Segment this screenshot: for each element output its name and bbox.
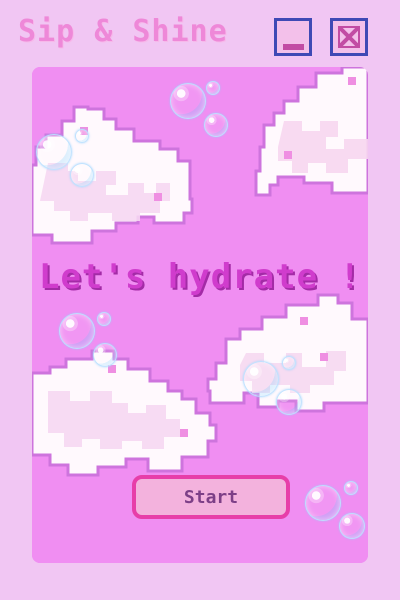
bubble-medium-top-center bbox=[204, 113, 228, 137]
bubble-large-bottom-right bbox=[305, 485, 341, 521]
close-button[interactable] bbox=[330, 18, 368, 56]
bubble-small-top-center bbox=[206, 81, 220, 95]
app-title: Sip & Shine bbox=[18, 14, 228, 49]
bubble-large-middle-left bbox=[59, 313, 95, 349]
bubble-small-middle-right bbox=[282, 356, 296, 370]
minimize-button[interactable] bbox=[274, 18, 312, 56]
bubble-small-middle-left bbox=[97, 312, 111, 326]
bubble-small-top-left bbox=[75, 129, 89, 143]
start-button[interactable]: Start bbox=[132, 475, 290, 519]
bubble-medium-middle-right bbox=[276, 389, 302, 415]
main-panel: Let's hydrate ! Start bbox=[32, 67, 368, 563]
close-icon bbox=[338, 26, 360, 48]
app-window: Sip & Shine Let's hydrate ! Start bbox=[0, 0, 400, 600]
bubble-small-bottom-right bbox=[344, 481, 358, 495]
bubble-medium-top-left bbox=[70, 163, 94, 187]
minimize-icon bbox=[283, 44, 304, 50]
hydrate-heading: Let's hydrate ! bbox=[38, 257, 362, 297]
bubble-large-top-center bbox=[170, 83, 206, 119]
bubble-medium-middle-left bbox=[93, 343, 117, 367]
bubble-large-top-left bbox=[36, 134, 72, 170]
bubble-large-middle-right bbox=[243, 361, 279, 397]
bubble-medium-bottom-right bbox=[339, 513, 365, 539]
